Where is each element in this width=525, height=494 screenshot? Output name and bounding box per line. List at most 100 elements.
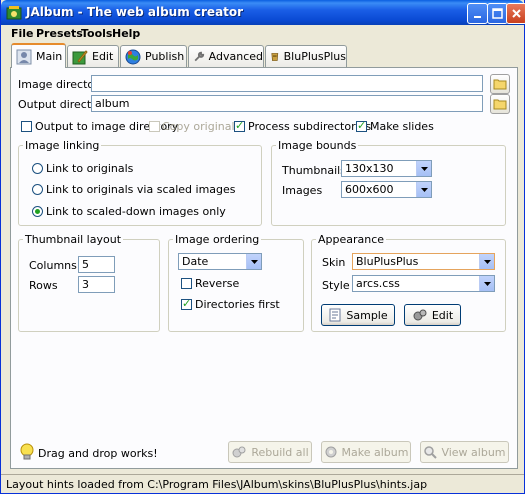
tab-publish-label: Publish — [145, 50, 185, 63]
edit-icon — [72, 49, 88, 64]
edit-style-label: Edit — [431, 308, 454, 322]
image-linking-title: Image linking — [23, 139, 102, 152]
copy-originals-label: Copy originals — [162, 120, 241, 133]
drag-drop-hint: Drag and drop works! — [38, 447, 158, 460]
folder-icon — [493, 99, 507, 110]
chevron-down-icon — [479, 254, 494, 269]
ordering-value: Date — [182, 255, 209, 268]
globe-icon — [125, 49, 141, 64]
style-value: arcs.css — [356, 277, 400, 290]
style-select[interactable]: arcs.css — [352, 275, 495, 292]
reverse-label: Reverse — [195, 277, 240, 290]
appearance-title: Appearance — [316, 233, 387, 246]
directories-first-checkbox[interactable] — [181, 297, 192, 310]
link-scaled-down-only-label: Link to scaled-down images only — [46, 205, 226, 218]
rebuild-all-button[interactable]: Rebuild all — [228, 441, 312, 463]
columns-input[interactable]: 5 — [78, 256, 115, 273]
thumbnails-label: Thumbnails — [282, 164, 346, 177]
maximize-button[interactable] — [487, 3, 508, 24]
image-ordering-title: Image ordering — [173, 233, 262, 246]
chevron-down-icon — [479, 276, 494, 291]
folder-icon — [493, 79, 507, 90]
tab-main[interactable]: Main — [11, 43, 66, 68]
menu-file[interactable]: File — [11, 27, 34, 40]
minimize-icon — [473, 15, 481, 18]
images-select[interactable]: 600x600 — [341, 181, 432, 198]
link-scaled-down-only-radio[interactable] — [32, 206, 43, 217]
image-directory-input[interactable] — [91, 75, 483, 92]
tab-edit-label: Edit — [92, 50, 114, 63]
skin-value: BluPlusPlus — [356, 255, 419, 268]
user-icon — [16, 49, 32, 64]
thumbnail-layout-title: Thumbnail layout — [23, 233, 124, 246]
status-text: Layout hints loaded from C:\Program File… — [6, 478, 428, 491]
reverse-checkbox[interactable] — [181, 278, 192, 289]
output-to-image-dir-checkbox[interactable] — [21, 121, 32, 132]
output-directory-input[interactable]: album — [91, 95, 483, 112]
title-bar[interactable]: JAlbum - The web album creator — [1, 0, 525, 25]
gears-icon — [412, 308, 428, 322]
copy-originals-checkbox[interactable] — [149, 121, 160, 132]
make-album-button[interactable]: Make album — [321, 441, 411, 463]
link-originals-via-scaled-label: Link to originals via scaled images — [46, 183, 236, 196]
menu-bar: File Presets Tools Help — [1, 25, 524, 43]
rows-input[interactable]: 3 — [78, 276, 115, 293]
menu-help[interactable]: Help — [112, 27, 140, 40]
process-subdirectories-label: Process subdirectories — [248, 120, 372, 133]
style-label: Style — [322, 279, 350, 292]
tab-bluplusplus[interactable]: BluPlusPlus — [265, 45, 347, 67]
browse-output-directory-button[interactable] — [490, 94, 510, 114]
window-title: JAlbum - The web album creator — [26, 5, 244, 19]
lightbulb-icon — [19, 443, 35, 464]
thumbnails-select[interactable]: 130x130 — [341, 160, 432, 177]
link-originals-label: Link to originals — [46, 162, 134, 175]
chevron-down-icon — [416, 161, 431, 176]
skin-label: Skin — [322, 256, 346, 269]
make-slides-label: Make slides — [370, 120, 434, 133]
sample-button[interactable]: Sample — [321, 304, 395, 326]
chevron-down-icon — [246, 254, 261, 269]
tab-publish[interactable]: Publish — [120, 45, 187, 67]
tab-advanced[interactable]: Advanced — [188, 45, 264, 67]
skin-select[interactable]: BluPlusPlus — [352, 253, 495, 270]
tab-bluplusplus-label: BluPlusPlus — [283, 50, 346, 63]
make-album-label: Make album — [341, 445, 409, 459]
magnifier-icon — [423, 445, 438, 459]
maximize-icon — [492, 8, 503, 19]
tab-edit[interactable]: Edit — [67, 45, 119, 67]
directories-first-label: Directories first — [195, 298, 280, 311]
link-originals-radio[interactable] — [32, 163, 43, 174]
sample-label: Sample — [346, 308, 388, 322]
image-bounds-title: Image bounds — [276, 139, 359, 152]
view-album-label: View album — [441, 445, 506, 459]
wrench-icon — [194, 51, 205, 61]
rebuild-all-label: Rebuild all — [251, 445, 309, 459]
columns-label: Columns — [29, 259, 77, 272]
minimize-button[interactable] — [467, 3, 488, 24]
images-value: 600x600 — [345, 183, 394, 196]
tab-advanced-label: Advanced — [208, 50, 263, 63]
chevron-down-icon — [416, 182, 431, 197]
menu-presets[interactable]: Presets — [36, 27, 83, 40]
close-button[interactable] — [506, 3, 525, 24]
close-icon — [512, 9, 521, 18]
process-subdirectories-checkbox[interactable] — [234, 119, 245, 132]
edit-style-button[interactable]: Edit — [404, 304, 461, 326]
menu-tools[interactable]: Tools — [81, 27, 112, 40]
gears-icon — [231, 445, 247, 459]
make-slides-checkbox[interactable] — [356, 119, 367, 132]
tab-main-label: Main — [36, 50, 63, 63]
images-label: Images — [282, 184, 323, 197]
rows-label: Rows — [29, 279, 58, 292]
document-icon — [328, 308, 342, 322]
jalbum-app-icon — [6, 5, 22, 20]
status-bar: Layout hints loaded from C:\Program File… — [1, 474, 524, 493]
link-originals-via-scaled-radio[interactable] — [32, 184, 43, 195]
gear-icon — [324, 445, 338, 459]
thumbnails-value: 130x130 — [345, 162, 394, 175]
ordering-select[interactable]: Date — [178, 253, 262, 270]
browse-image-directory-button[interactable] — [490, 74, 510, 94]
app-window: JAlbum - The web album creator File Pres… — [0, 0, 525, 494]
skin-icon — [271, 52, 279, 61]
view-album-button[interactable]: View album — [420, 441, 509, 463]
